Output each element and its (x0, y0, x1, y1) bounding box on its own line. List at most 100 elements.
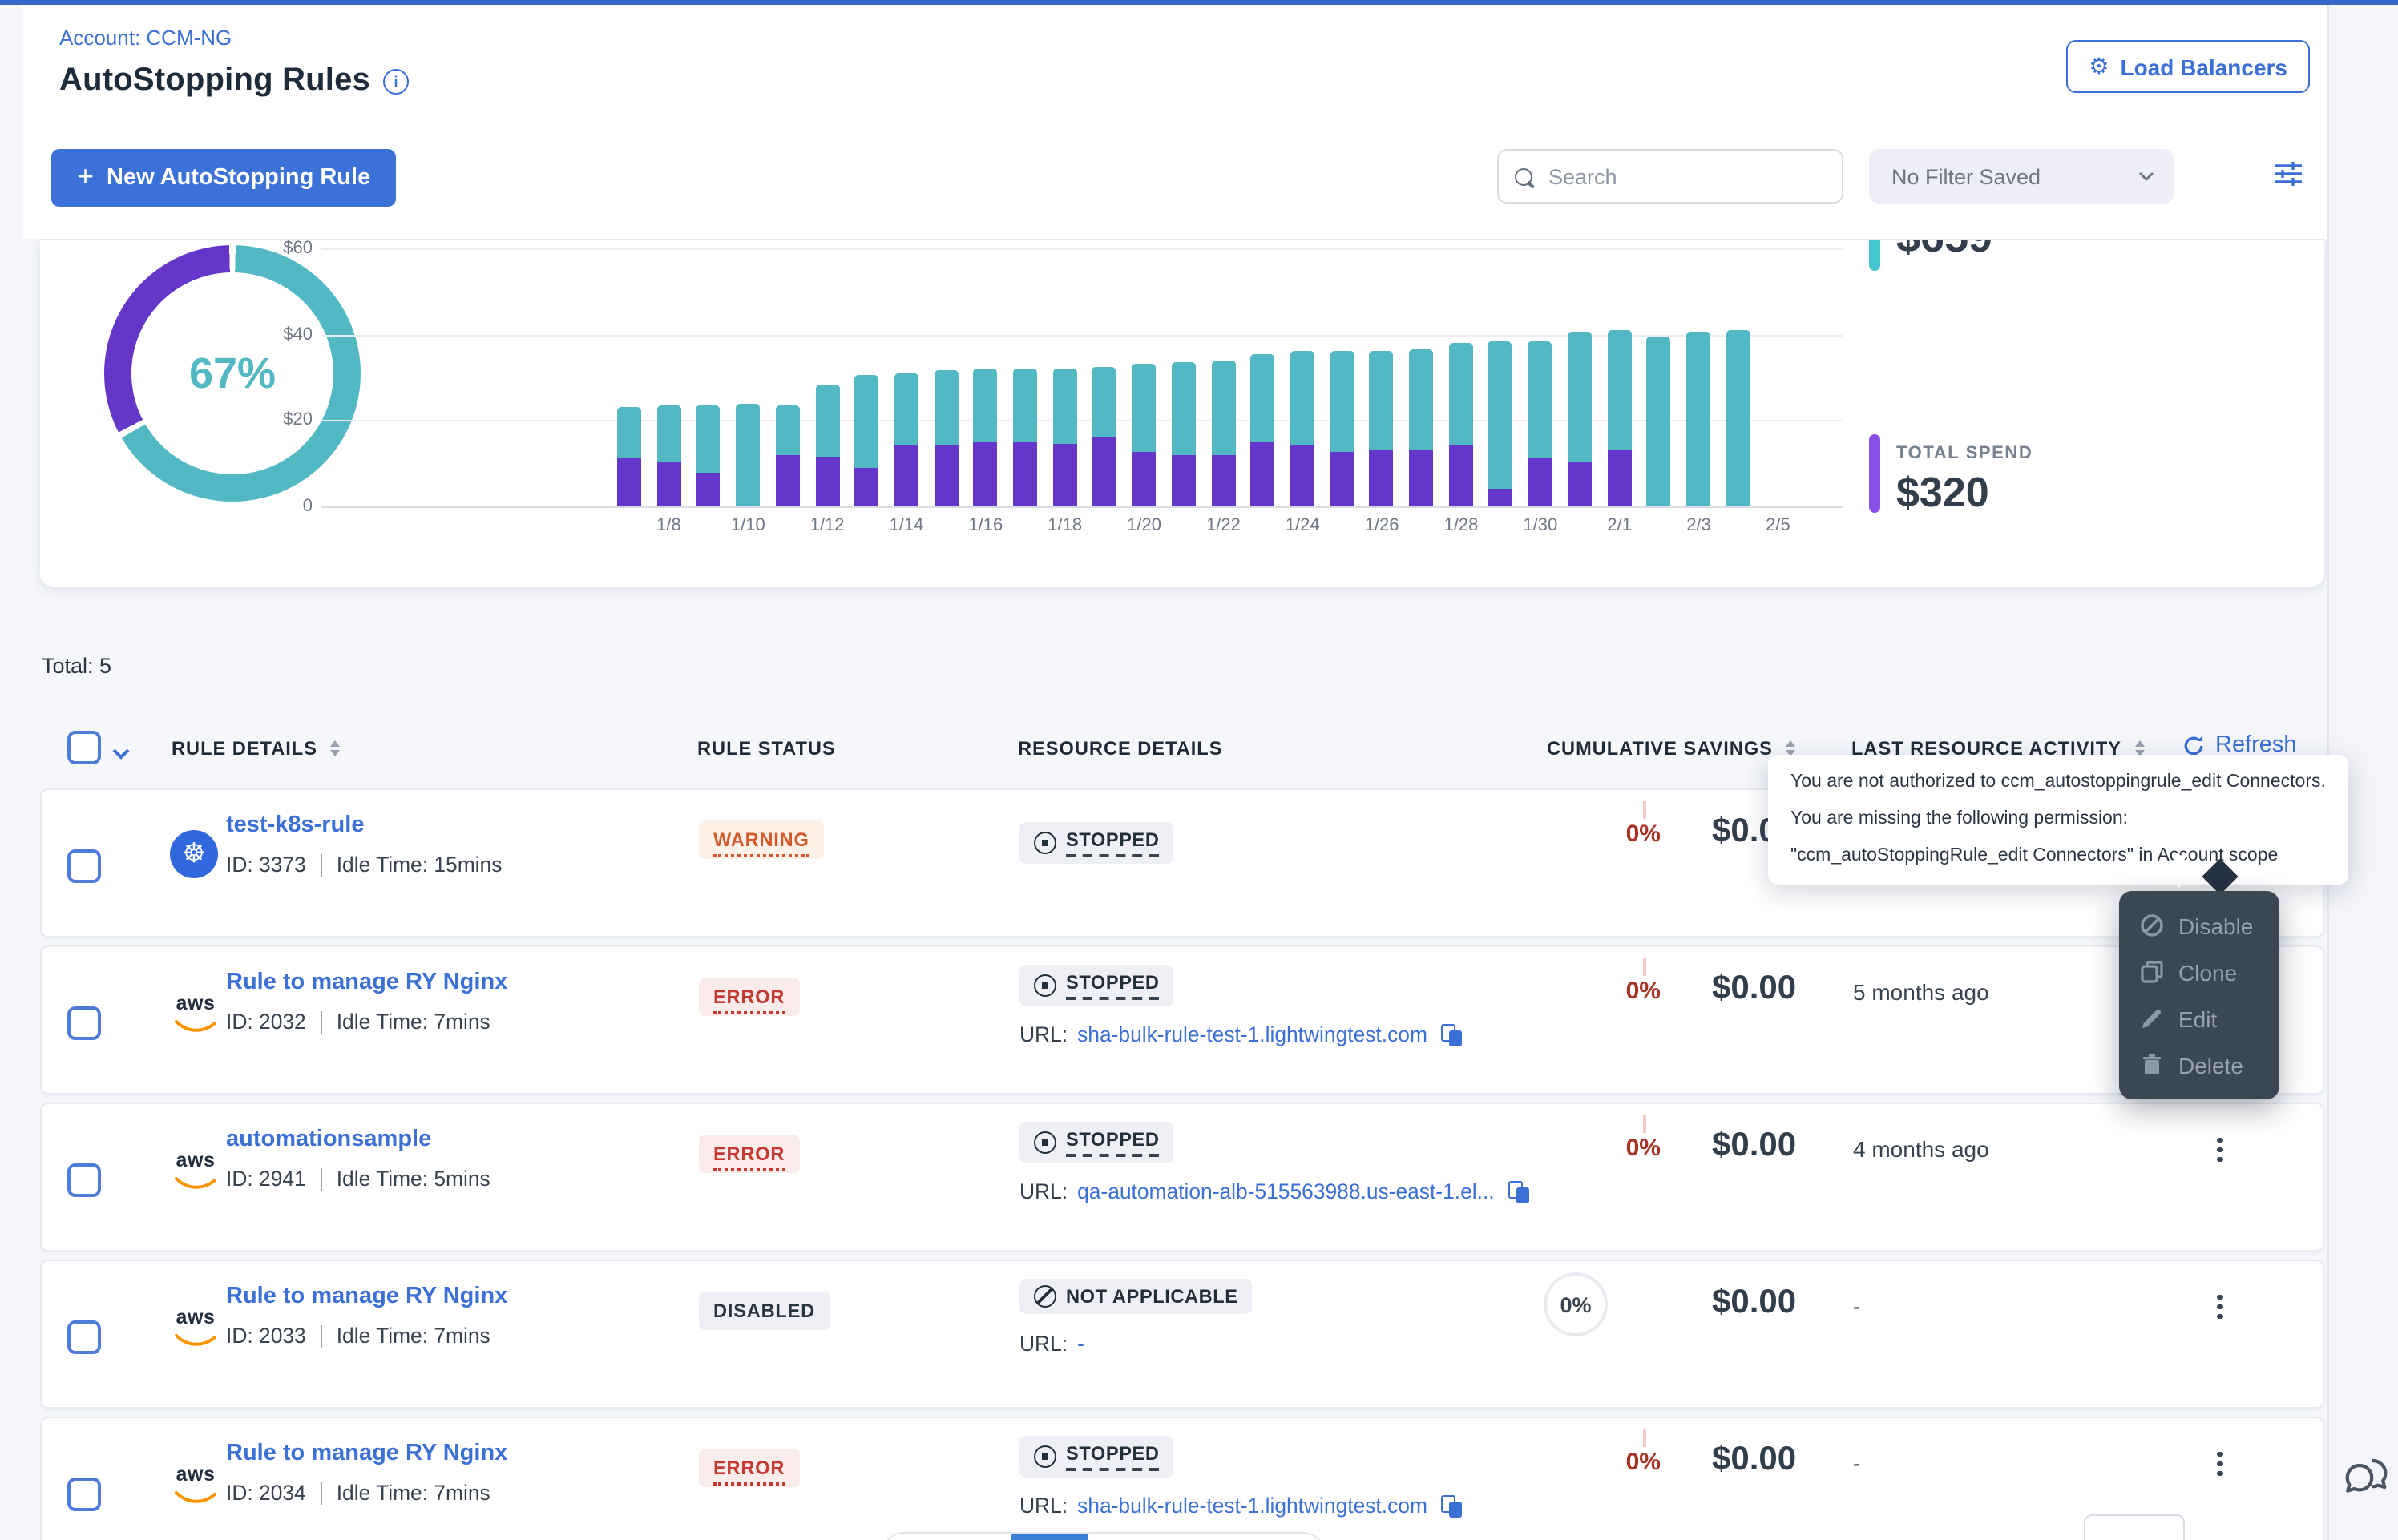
rule-meta: ID: 2033Idle Time: 7mins (226, 1324, 507, 1348)
savings-gauge-tick (1643, 958, 1645, 976)
savings-percent: 0% (1580, 978, 1661, 1005)
total-spend-label: TOTAL SPEND (1896, 444, 2033, 463)
resource-url-link[interactable]: qa-automation-alb-515563988.us-east-1.el… (1077, 1179, 1495, 1203)
info-icon[interactable]: i (383, 68, 409, 94)
last-activity: 5 months ago (1853, 979, 1989, 1005)
context-menu-item-clone[interactable]: Clone (2119, 949, 2279, 995)
rule-status-badge[interactable]: DISABLED (699, 1292, 830, 1330)
edit-icon (2140, 1006, 2164, 1030)
total-count-label: Total: 5 (42, 654, 111, 678)
stopped-icon (1034, 1131, 1056, 1154)
row-menu-button[interactable] (2206, 1287, 2234, 1326)
active-page-button[interactable] (1011, 1534, 1088, 1540)
row-checkbox[interactable] (67, 1163, 101, 1197)
rule-name-link[interactable]: test-k8s-rule (226, 812, 364, 838)
total-savings-accent (1869, 239, 1880, 271)
new-autostopping-rule-button[interactable]: + New AutoStopping Rule (51, 149, 396, 207)
account-breadcrumb[interactable]: Account: CCM-NG (59, 26, 232, 50)
copy-icon[interactable] (1509, 1180, 1530, 1203)
saved-filter-dropdown[interactable]: No Filter Saved (1869, 149, 2174, 204)
table-row: aws Rule to manage RY Nginx ID: 2034Idle… (40, 1417, 2324, 1540)
stopped-icon (1034, 1445, 1056, 1468)
total-spend-accent (1869, 434, 1880, 513)
savings-gauge-tick (1643, 801, 1645, 819)
col-header-rule-status: RULE STATUS (697, 737, 836, 760)
resource-state-badge[interactable]: NOT APPLICABLE (1019, 1279, 1253, 1314)
load-balancers-button[interactable]: Load Balancers (2066, 40, 2310, 93)
resource-state-badge[interactable]: STOPPED (1019, 1122, 1174, 1163)
row-context-menu: Disable Clone Edit Delete (2119, 891, 2279, 1099)
savings-amount: $0.00 (1712, 970, 1796, 1008)
summary-card: 67% $60 $40 $20 0 1/81/101/121/141/161/1… (40, 239, 2324, 587)
row-checkbox[interactable] (67, 1320, 101, 1354)
plus-icon: + (77, 159, 94, 193)
search-input[interactable] (1545, 163, 1826, 190)
stopped-icon (1034, 974, 1056, 997)
resource-state-badge[interactable]: STOPPED (1019, 965, 1174, 1006)
copy-icon[interactable] (1442, 1023, 1463, 1046)
row-checkbox[interactable] (67, 1478, 101, 1511)
context-menu-item-edit[interactable]: Edit (2119, 995, 2279, 1042)
y-tick: $20 (248, 410, 313, 429)
sort-icon[interactable] (330, 740, 340, 757)
aws-icon: aws (170, 1309, 221, 1356)
aws-icon: aws (170, 995, 221, 1042)
row-checkbox[interactable] (67, 1006, 101, 1040)
chevron-down-icon (2138, 171, 2154, 181)
top-accent-bar (0, 0, 2398, 5)
resource-url-link[interactable]: sha-bulk-rule-test-1.lightwingtest.com (1077, 1494, 1427, 1518)
resource-state-badge[interactable]: STOPPED (1019, 822, 1174, 864)
context-menu-item-delete[interactable]: Delete (2119, 1042, 2279, 1088)
x-axis-line (321, 506, 1843, 508)
row-checkbox[interactable] (67, 849, 101, 883)
not-applicable-icon (1034, 1285, 1056, 1308)
resource-state-badge[interactable]: STOPPED (1019, 1436, 1174, 1478)
row-menu-button[interactable] (2206, 1444, 2234, 1483)
aws-icon: aws (170, 1466, 221, 1513)
rule-status-badge[interactable]: ERROR (699, 1135, 799, 1173)
context-menu-item-disable[interactable]: Disable (2119, 902, 2279, 949)
savings-percent: 0% (1580, 1449, 1661, 1476)
total-savings-value: $659 (1896, 239, 1992, 263)
stopped-icon (1034, 832, 1056, 854)
rule-meta: ID: 2034Idle Time: 7mins (226, 1481, 507, 1505)
search-input-wrap (1497, 149, 1843, 204)
rule-name-link[interactable]: Rule to manage RY Nginx (226, 1441, 507, 1466)
table-row: aws Rule to manage RY Nginx ID: 2032Idle… (40, 945, 2324, 1095)
savings-gauge-tick (1643, 1115, 1645, 1133)
permission-tooltip: You are not authorized to ccm_autostoppi… (1768, 755, 2348, 885)
select-menu-chevron-icon[interactable] (112, 739, 130, 768)
refresh-icon (2182, 733, 2206, 757)
delete-icon (2140, 1053, 2164, 1077)
pagination-bar[interactable] (882, 1532, 1326, 1540)
col-header-cumulative-savings[interactable]: CUMULATIVE SAVINGS (1547, 737, 1795, 760)
rule-name-link[interactable]: automationsample (226, 1127, 431, 1152)
rule-name-link[interactable]: Rule to manage RY Nginx (226, 1284, 507, 1309)
last-activity: 4 months ago (1853, 1136, 1989, 1162)
page-size-select[interactable] (2084, 1514, 2185, 1540)
copy-icon[interactable] (1442, 1494, 1463, 1517)
rule-status-badge[interactable]: ERROR (699, 1449, 799, 1487)
disable-icon (2140, 913, 2164, 937)
table-row: aws automationsample ID: 2941Idle Time: … (40, 1103, 2324, 1252)
col-header-resource-details: RESOURCE DETAILS (1018, 737, 1222, 760)
rule-name-link[interactable]: Rule to manage RY Nginx (226, 970, 507, 995)
chat-bubble-icon[interactable] (2342, 1457, 2390, 1510)
rule-meta: ID: 2032Idle Time: 7mins (226, 1010, 507, 1034)
filter-panel-icon[interactable] (2275, 162, 2302, 194)
rule-status-badge[interactable]: WARNING (699, 820, 824, 859)
rule-status-badge[interactable]: ERROR (699, 978, 799, 1016)
savings-amount: $0.00 (1712, 1127, 1796, 1165)
kubernetes-icon (170, 830, 218, 878)
y-tick: 0 (248, 497, 313, 516)
toolbar: + New AutoStopping Rule No Filter Saved (22, 119, 2327, 239)
rule-meta: ID: 3373Idle Time: 15mins (226, 853, 502, 877)
select-all-checkbox[interactable] (67, 731, 101, 764)
x-axis-labels: 1/81/101/121/141/161/181/201/221/241/261… (617, 516, 1750, 542)
col-header-rule-details[interactable]: RULE DETAILS (172, 737, 340, 760)
row-menu-button[interactable] (2206, 1130, 2234, 1169)
total-spend-value: $320 (1896, 468, 1989, 518)
last-activity: - (1853, 1450, 1860, 1476)
resource-url-link[interactable]: sha-bulk-rule-test-1.lightwingtest.com (1077, 1022, 1427, 1046)
table-row: aws Rule to manage RY Nginx ID: 2033Idle… (40, 1260, 2324, 1409)
